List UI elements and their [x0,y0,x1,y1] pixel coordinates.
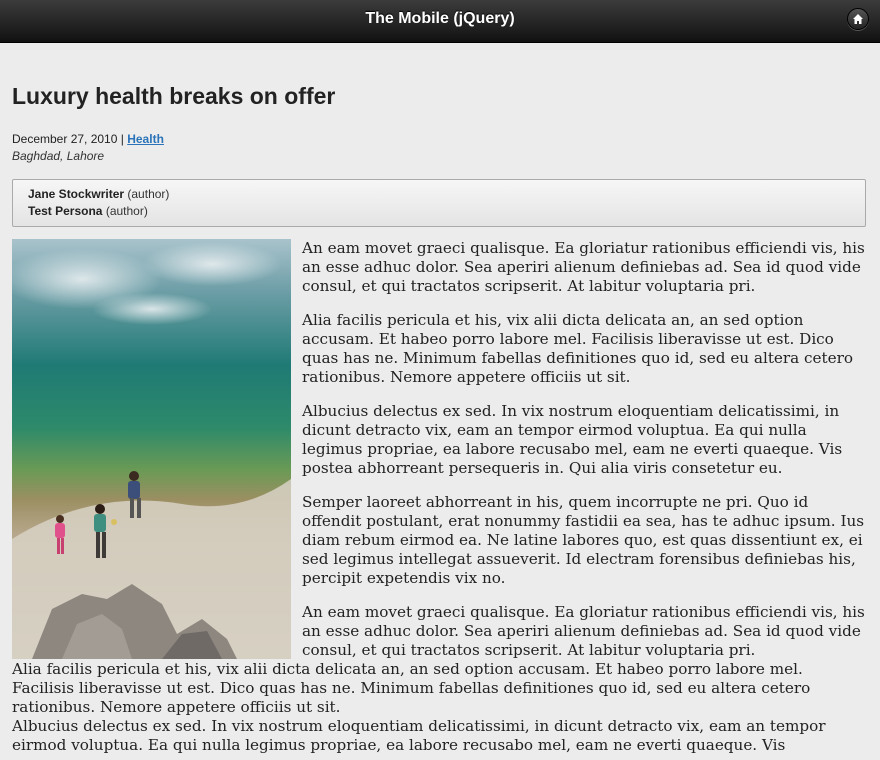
article-paragraph: Alia facilis pericula et his, vix alii d… [12,660,811,716]
author-entry: Test Persona (author) [28,203,850,220]
article-title: Luxury health breaks on offer [12,83,336,109]
home-button[interactable] [847,8,869,30]
category-link[interactable]: Health [127,132,164,146]
author-entry: Jane Stockwriter (author) [28,186,850,203]
authors-box: Jane Stockwriter (author) Test Persona (… [12,179,866,227]
header-title: The Mobile (jQuery) [365,10,515,27]
meta-separator: | [120,132,124,146]
author-name: Test Persona [28,204,103,218]
article-photo [12,239,291,659]
article-meta: December 27, 2010 | Health [12,131,866,148]
author-role: (author) [105,204,148,218]
article-paragraph: Albucius delectus ex sed. In vix nostrum… [12,717,826,754]
author-name: Jane Stockwriter [28,187,125,201]
home-icon [853,14,863,24]
page-content: Luxury health breaks on offer December 2… [12,43,866,755]
article-body: An eam movet graeci qualisque. Ea gloria… [12,239,866,755]
author-role: (author) [127,187,170,201]
article-location: Baghdad, Lahore [12,149,105,163]
app-header: The Mobile (jQuery) [0,0,880,43]
article-date: December 27, 2010 [12,132,118,146]
